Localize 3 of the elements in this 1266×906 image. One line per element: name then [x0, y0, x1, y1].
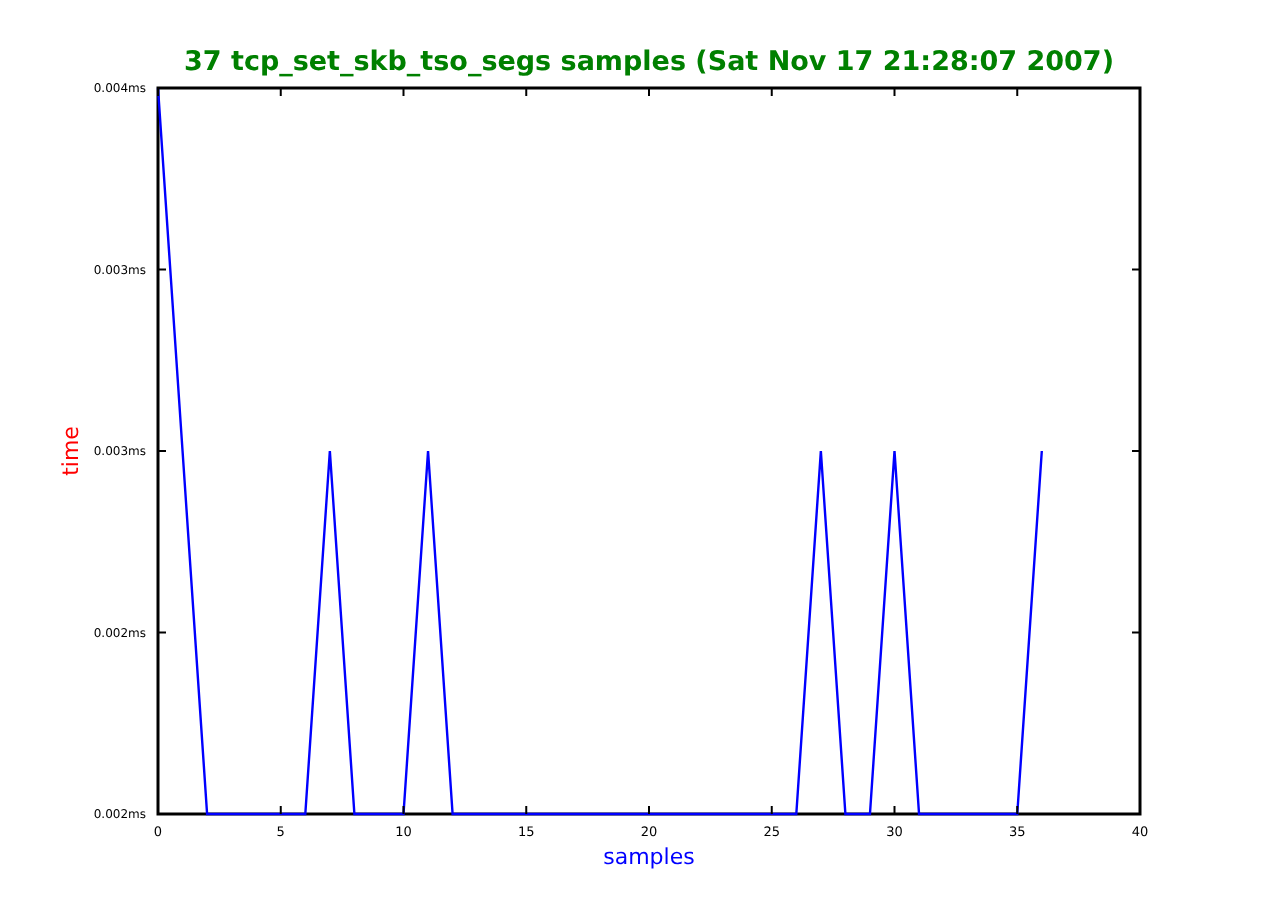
chart-title: 37 tcp_set_skb_tso_segs samples (Sat Nov 17 21:28:07 2007) — [184, 46, 1114, 78]
x-axis-label: samples — [603, 844, 695, 870]
y-axis-label: time — [58, 426, 84, 476]
